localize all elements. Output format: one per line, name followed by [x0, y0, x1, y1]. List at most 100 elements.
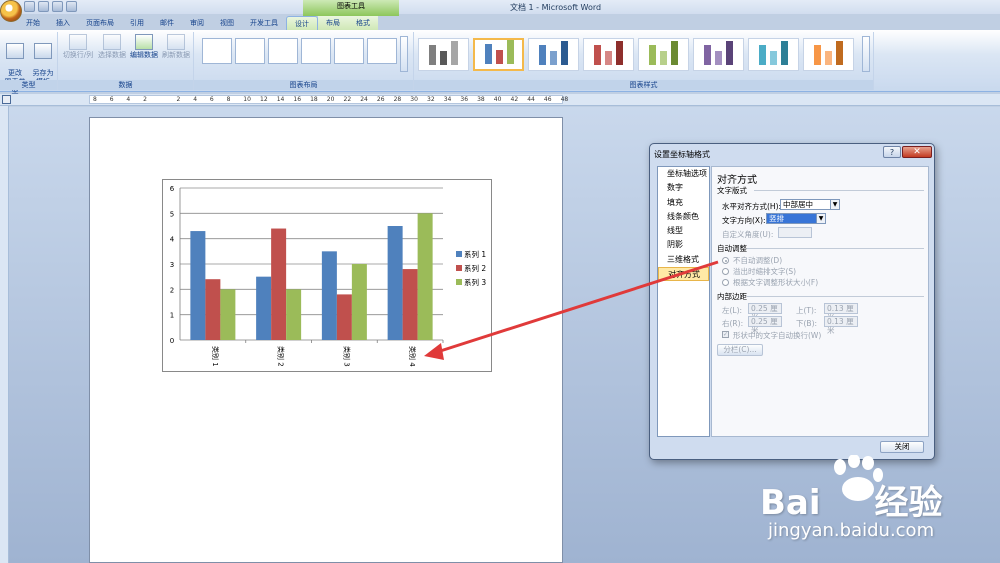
- ruler-number: 2: [176, 96, 181, 103]
- nav-line-color[interactable]: 线条颜色: [658, 210, 709, 224]
- chart-layout-1[interactable]: [202, 38, 232, 64]
- ruler-number: 6: [209, 96, 214, 103]
- chart-plot: 0 1 2 3 4 5 6 类别 1 类别 2 类别 3 类别 4 系列 1 系列 2 系列 3: [170, 185, 487, 367]
- select-data-icon: [103, 34, 121, 50]
- nav-fill[interactable]: 填充: [658, 196, 709, 210]
- resize-shape-label: 根据文字调整形状大小(F): [733, 278, 819, 287]
- horizontal-alignment-value: 中部居中: [783, 200, 813, 209]
- nav-axis-options[interactable]: 坐标轴选项: [658, 167, 709, 181]
- nav-alignment[interactable]: 对齐方式: [658, 267, 709, 282]
- tab-mailings[interactable]: 邮件: [152, 16, 182, 30]
- chart-layout-4[interactable]: [301, 38, 331, 64]
- close-icon[interactable]: ✕: [902, 146, 932, 158]
- help-button[interactable]: ?: [883, 146, 901, 158]
- ribbon-group-data: 切换行/列 选择数据 编辑数据 刷新数据 数据: [58, 32, 194, 90]
- tab-review[interactable]: 审阅: [182, 16, 212, 30]
- text-direction-select[interactable]: 竖排 ▼: [766, 213, 826, 224]
- ribbon: 更改 图表类型 另存为 模板 类型 切换行/列 选择数据 编辑数据 刷新数据 数…: [0, 30, 1000, 95]
- ruler-number: 38: [477, 96, 485, 103]
- style-sample-bar: [660, 51, 667, 65]
- margin-left-label: 左(L):: [722, 306, 743, 315]
- save-icon[interactable]: [24, 1, 35, 12]
- chart-bar: [402, 269, 418, 340]
- style-sample-bar: [440, 51, 447, 65]
- custom-angle-input[interactable]: [778, 227, 812, 238]
- chart-layout-3[interactable]: [268, 38, 298, 64]
- select-data-button[interactable]: 选择数据: [96, 34, 128, 60]
- chart-bar: [387, 226, 403, 340]
- y-tick-label: 0: [170, 337, 174, 345]
- chart-style-1[interactable]: [418, 38, 469, 71]
- watermark-brand-latin: Bai: [760, 483, 821, 523]
- radio-shrink-on-overflow[interactable]: [722, 268, 729, 275]
- margin-top-input[interactable]: 0.13 厘米: [824, 303, 858, 322]
- chart-bar: [351, 264, 367, 340]
- radio-resize-shape[interactable]: [722, 279, 729, 286]
- edit-data-button[interactable]: 编辑数据: [128, 34, 160, 60]
- print-preview-icon[interactable]: [66, 1, 77, 12]
- watermark-logo: Bai 经验 jingyan.baidu.com: [760, 455, 995, 555]
- ruler-number: 34: [443, 96, 452, 103]
- wrap-text-checkbox[interactable]: ✓: [722, 331, 729, 338]
- margin-left-input[interactable]: 0.25 厘米: [748, 303, 782, 322]
- margin-right-input[interactable]: 0.25 厘米: [748, 316, 782, 335]
- chart-style-6[interactable]: [693, 38, 744, 71]
- tab-insert[interactable]: 插入: [48, 16, 78, 30]
- title-bar: 图表工具 文档 1 - Microsoft Word: [0, 0, 1000, 22]
- style-sample-bar: [715, 51, 722, 65]
- tab-selector-icon[interactable]: [2, 95, 11, 104]
- chart-style-7[interactable]: [748, 38, 799, 71]
- style-sample-bar: [836, 41, 843, 65]
- chart-style-2[interactable]: [473, 38, 524, 71]
- nav-shadow[interactable]: 阴影: [658, 238, 709, 252]
- style-sample-bar: [550, 51, 557, 65]
- chart-layout-2[interactable]: [235, 38, 265, 64]
- horizontal-ruler: 8 6 4 2 2 4 6 8 10 12 14 16 18 20 22 24 26 28 30 32 34 36 38 40…: [0, 94, 1000, 106]
- chart-style-4[interactable]: [583, 38, 634, 71]
- tab-chart-layout[interactable]: 布局: [318, 16, 348, 30]
- chart-style-5[interactable]: [638, 38, 689, 71]
- category-label: 类别 4: [408, 346, 417, 367]
- tab-page-layout[interactable]: 页面布局: [78, 16, 122, 30]
- columns-button[interactable]: 分栏(C)...: [717, 344, 763, 356]
- dialog-close-button[interactable]: 关闭: [880, 441, 924, 453]
- redo-icon[interactable]: [52, 1, 63, 12]
- undo-icon[interactable]: [38, 1, 49, 12]
- category-label: 类别 1: [211, 346, 220, 367]
- y-tick-label: 2: [170, 286, 174, 294]
- tab-design[interactable]: 设计: [286, 16, 318, 30]
- dialog-title: 设置坐标轴格式: [654, 150, 710, 159]
- chart-bar: [336, 294, 352, 340]
- switch-row-column-button[interactable]: 切换行/列: [61, 34, 95, 60]
- ruler-number: 32: [427, 96, 435, 103]
- nav-3d-format[interactable]: 三维格式: [658, 253, 709, 267]
- ribbon-group-data-label: 数据: [58, 80, 193, 90]
- refresh-data-button[interactable]: 刷新数据: [160, 34, 192, 60]
- embedded-chart[interactable]: 0 1 2 3 4 5 6 类别 1 类别 2 类别 3 类别 4 系列 1 系列 2 系列 3: [162, 179, 492, 372]
- horizontal-alignment-label: 水平对齐方式(H):: [722, 202, 782, 211]
- switch-row-column-icon: [69, 34, 87, 50]
- y-tick-label: 5: [170, 210, 174, 218]
- contextual-tab-group-label: 图表工具: [337, 2, 365, 10]
- category-label: 类别 2: [277, 346, 286, 367]
- horizontal-alignment-select[interactable]: 中部居中 ▼: [780, 199, 840, 210]
- tab-home[interactable]: 开始: [18, 16, 48, 30]
- ruler-number: 28: [393, 96, 402, 103]
- tab-view[interactable]: 视图: [212, 16, 242, 30]
- nav-line-style[interactable]: 线型: [658, 224, 709, 238]
- divider: [747, 296, 924, 297]
- chart-style-3[interactable]: [528, 38, 579, 71]
- tab-references[interactable]: 引用: [122, 16, 152, 30]
- ruler-number: 2: [143, 96, 147, 103]
- chart-style-8[interactable]: [803, 38, 854, 71]
- tab-developer[interactable]: 开发工具: [242, 16, 286, 30]
- tab-format[interactable]: 格式: [348, 16, 378, 30]
- chart-styles-scroll[interactable]: [862, 36, 870, 72]
- chart-layout-6[interactable]: [367, 38, 397, 64]
- margin-bottom-input[interactable]: 0.13 厘米: [824, 316, 858, 335]
- chart-layout-5[interactable]: [334, 38, 364, 64]
- radio-no-autofit[interactable]: [722, 257, 729, 264]
- watermark-url: jingyan.baidu.com: [768, 520, 935, 541]
- chart-layouts-scroll[interactable]: [400, 36, 408, 72]
- nav-number[interactable]: 数字: [658, 181, 709, 195]
